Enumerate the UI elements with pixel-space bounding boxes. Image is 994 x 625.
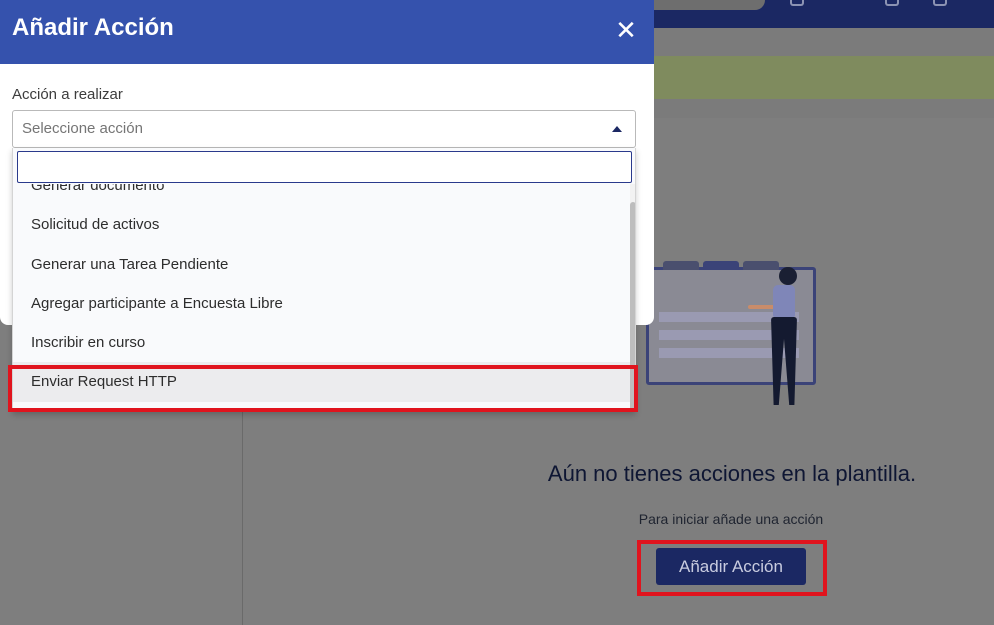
browser-tab-graphic <box>663 261 699 270</box>
tray-icon <box>790 0 804 6</box>
caret-up-icon[interactable] <box>612 126 622 132</box>
person-arm-graphic <box>748 305 776 309</box>
option-generar-documento[interactable]: Generar documento <box>13 184 630 205</box>
screen: Aún no tienes acciones en la plantilla. … <box>0 0 994 625</box>
empty-state-subtitle: Para iniciar añade una acción <box>638 511 824 527</box>
option-inscribir-en-curso[interactable]: Inscribir en curso <box>13 323 630 362</box>
bell-icon <box>933 0 947 6</box>
option-agregar-participante-encuesta[interactable]: Agregar participante a Encuesta Libre <box>13 284 630 323</box>
highlight-box <box>8 365 638 412</box>
browser-tab-graphic <box>703 261 739 270</box>
modal-title: Añadir Acción <box>12 14 174 41</box>
person-head-graphic <box>779 267 797 285</box>
dropdown-search-input[interactable] <box>17 151 632 183</box>
option-solicitud-de-activos[interactable]: Solicitud de activos <box>13 205 630 244</box>
modal-header: Añadir Acción ✕ <box>0 0 654 64</box>
column-divider <box>242 410 243 625</box>
action-select[interactable]: Seleccione acción <box>12 110 636 148</box>
person-body-graphic <box>773 285 795 317</box>
action-field-label: Acción a realizar <box>12 86 123 103</box>
cart-icon <box>885 0 899 6</box>
select-placeholder: Seleccione acción <box>22 120 143 137</box>
empty-state-illustration <box>640 255 840 420</box>
option-generar-tarea-pendiente[interactable]: Generar una Tarea Pendiente <box>13 245 630 284</box>
highlight-box <box>637 540 827 596</box>
empty-state-title: Aún no tienes acciones en la plantilla. <box>547 461 917 486</box>
browser-tab-graphic <box>743 261 779 270</box>
close-icon[interactable]: ✕ <box>612 16 640 44</box>
